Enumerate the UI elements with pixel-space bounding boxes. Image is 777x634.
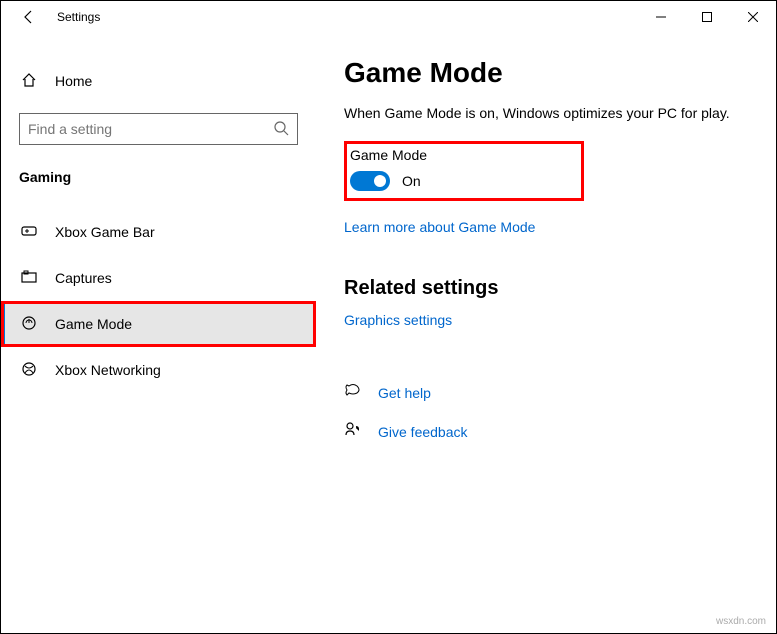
sidebar-item-xbox-networking[interactable]: Xbox Networking xyxy=(1,347,316,393)
sidebar-item-xbox-game-bar[interactable]: Xbox Game Bar xyxy=(1,209,316,255)
window-title: Settings xyxy=(57,10,100,24)
feedback-icon xyxy=(344,421,368,442)
sidebar: Home Gaming Xbox Game Bar Captures xyxy=(1,33,316,633)
learn-more-link[interactable]: Learn more about Game Mode xyxy=(344,219,748,235)
back-button[interactable] xyxy=(13,1,45,33)
close-button[interactable] xyxy=(730,1,776,33)
sidebar-item-label: Captures xyxy=(55,270,112,286)
xbox-icon xyxy=(19,361,39,380)
minimize-button[interactable] xyxy=(638,1,684,33)
sidebar-item-label: Game Mode xyxy=(55,316,132,332)
game-mode-icon xyxy=(19,315,39,334)
watermark: wsxdn.com xyxy=(716,616,766,627)
game-mode-toggle[interactable] xyxy=(350,171,390,191)
give-feedback-row: Give feedback xyxy=(344,421,748,442)
page-description: When Game Mode is on, Windows optimizes … xyxy=(344,105,748,121)
home-icon xyxy=(19,72,39,91)
get-help-row: Get help xyxy=(344,382,748,403)
search-box[interactable] xyxy=(19,113,298,145)
main-content: Game Mode When Game Mode is on, Windows … xyxy=(316,33,776,633)
toggle-status: On xyxy=(402,173,421,189)
category-header: Gaming xyxy=(19,169,298,185)
give-feedback-link[interactable]: Give feedback xyxy=(378,424,468,440)
home-label: Home xyxy=(55,73,92,89)
search-icon xyxy=(273,120,289,139)
page-title: Game Mode xyxy=(344,57,748,89)
related-settings-header: Related settings xyxy=(344,277,748,300)
toggle-label: Game Mode xyxy=(350,147,578,163)
search-input[interactable] xyxy=(28,121,273,137)
sidebar-item-label: Xbox Networking xyxy=(55,362,161,378)
sidebar-item-label: Xbox Game Bar xyxy=(55,224,155,240)
get-help-link[interactable]: Get help xyxy=(378,385,431,401)
window-controls xyxy=(638,1,776,33)
sidebar-item-game-mode[interactable]: Game Mode xyxy=(1,301,316,347)
game-bar-icon xyxy=(19,223,39,242)
help-icon xyxy=(344,382,368,403)
graphics-settings-link[interactable]: Graphics settings xyxy=(344,312,452,328)
maximize-button[interactable] xyxy=(684,1,730,33)
home-button[interactable]: Home xyxy=(1,61,316,101)
sidebar-item-captures[interactable]: Captures xyxy=(1,255,316,301)
captures-icon xyxy=(19,269,39,288)
game-mode-toggle-section: Game Mode On xyxy=(344,141,584,201)
